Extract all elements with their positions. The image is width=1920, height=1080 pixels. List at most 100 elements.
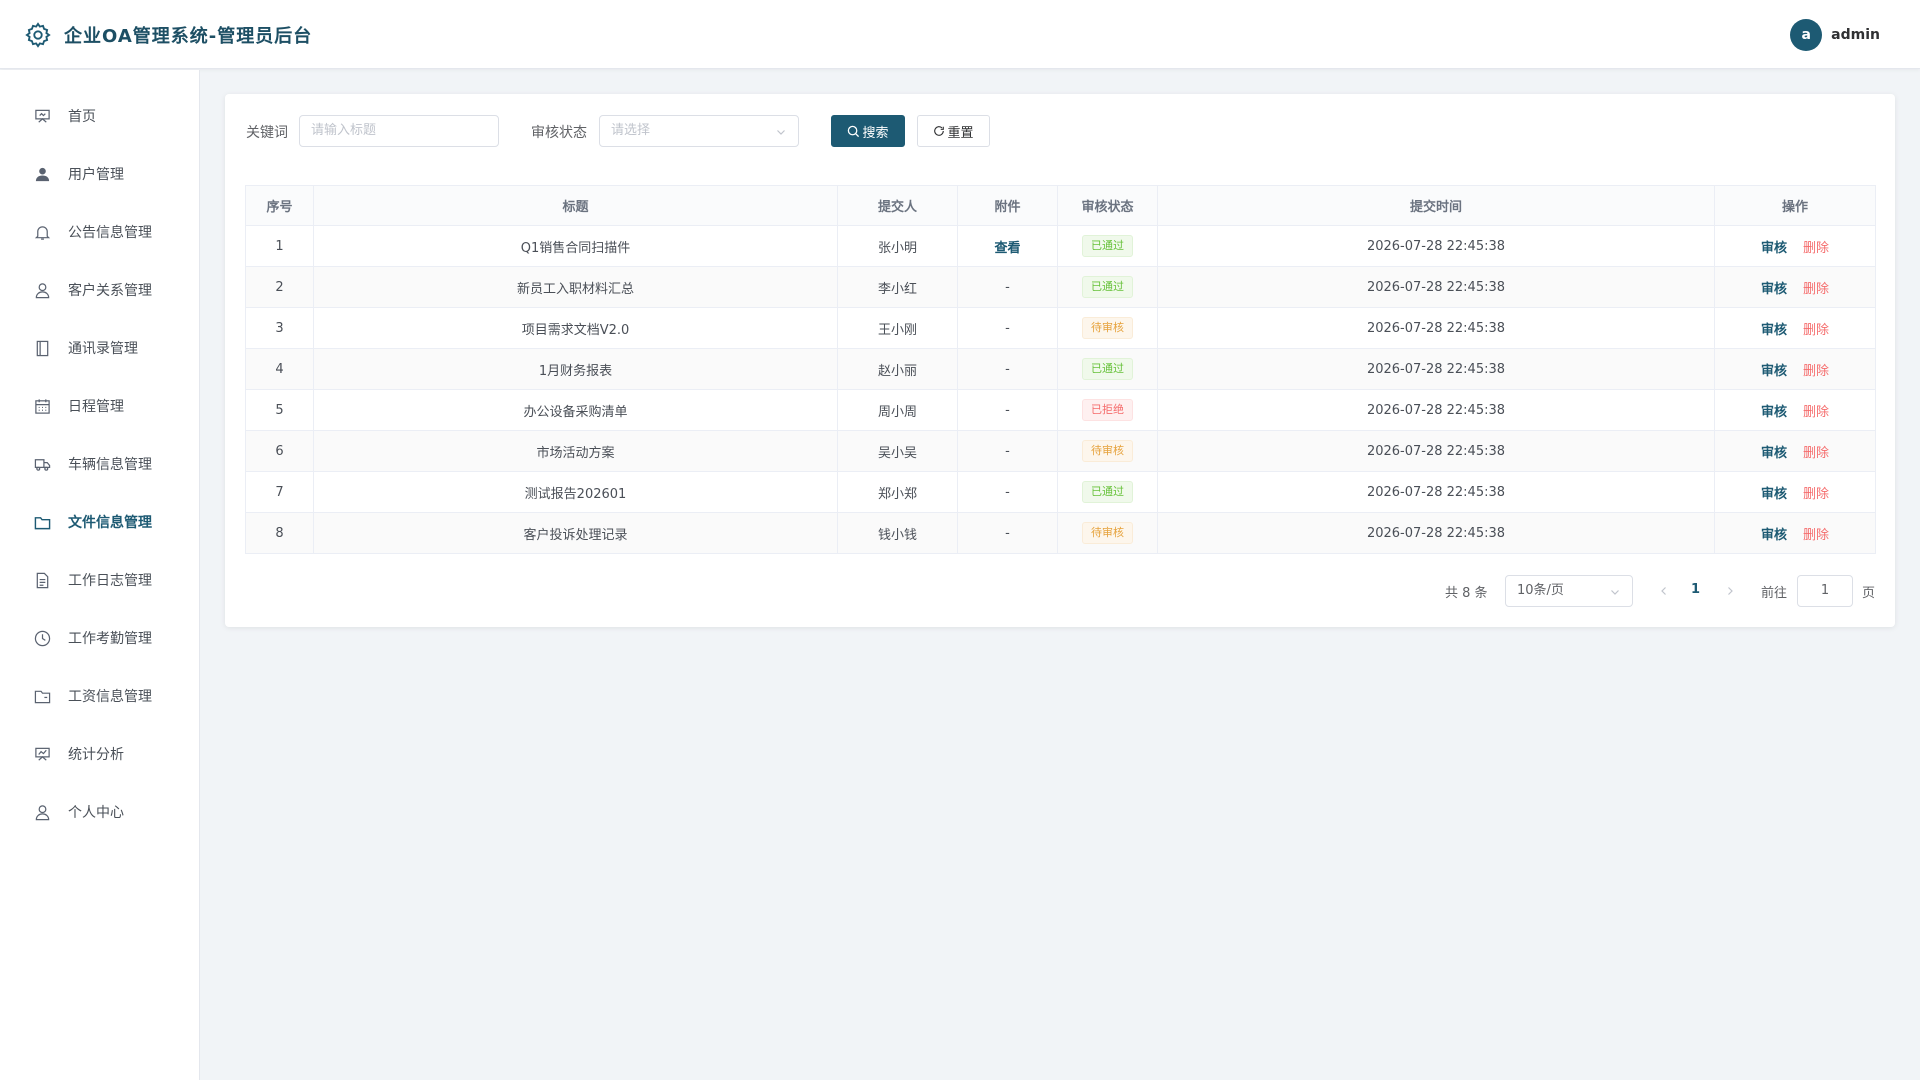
no-attachment: - xyxy=(1005,484,1010,500)
page-size-select[interactable]: 10条/页 xyxy=(1505,575,1633,607)
username[interactable]: admin xyxy=(1831,27,1880,43)
no-attachment: - xyxy=(1005,320,1010,336)
goto-label: 前往 xyxy=(1761,586,1788,601)
sidebar-item-files[interactable]: 文件信息管理 xyxy=(0,493,200,551)
row-status: 已通过 xyxy=(1057,348,1158,390)
sidebar-item-vehicles[interactable]: 车辆信息管理 xyxy=(0,435,200,493)
sidebar-item-users[interactable]: 用户管理 xyxy=(0,145,200,203)
sidebar-item-attendance[interactable]: 工作考勤管理 xyxy=(0,609,200,667)
row-status: 已拒绝 xyxy=(1057,389,1158,431)
prev-page-icon[interactable] xyxy=(1659,586,1669,596)
row-submit-time: 2026-07-28 22:45:38 xyxy=(1157,430,1715,472)
review-button[interactable]: 审核 xyxy=(1761,241,1787,256)
delete-button[interactable]: 删除 xyxy=(1803,487,1829,502)
table-row: 2 新员工入职材料汇总 李小红 - 已通过 2026-07-28 22:45:38 审核 删除 xyxy=(245,266,1876,308)
row-number: 4 xyxy=(245,348,314,390)
reset-button[interactable]: 重置 xyxy=(917,115,990,147)
sidebar-item-home[interactable]: 首页 xyxy=(0,87,200,145)
sidebar-item-label: 工作日志管理 xyxy=(68,573,152,589)
review-button[interactable]: 审核 xyxy=(1761,446,1787,461)
calendar-icon xyxy=(35,399,50,414)
document-icon xyxy=(36,572,49,589)
row-number: 3 xyxy=(245,307,314,349)
sidebar-item-label: 文件信息管理 xyxy=(68,515,152,531)
row-actions: 审核 删除 xyxy=(1714,430,1876,472)
avatar[interactable]: a xyxy=(1790,19,1823,51)
delete-button[interactable]: 删除 xyxy=(1803,282,1829,297)
row-actions: 审核 删除 xyxy=(1714,512,1876,554)
delete-button[interactable]: 删除 xyxy=(1803,405,1829,420)
review-button[interactable]: 审核 xyxy=(1761,323,1787,338)
status-select-placeholder: 请选择 xyxy=(611,123,651,138)
sidebar-item-contacts[interactable]: 通讯录管理 xyxy=(0,319,200,377)
current-page[interactable]: 1 xyxy=(1691,582,1700,597)
person-icon xyxy=(35,805,50,821)
folder-icon xyxy=(34,517,51,530)
delete-button[interactable]: 删除 xyxy=(1803,528,1829,543)
review-button[interactable]: 审核 xyxy=(1761,364,1787,379)
chevron-down-icon xyxy=(1611,590,1619,595)
delete-button[interactable]: 删除 xyxy=(1803,241,1829,256)
next-page-icon[interactable] xyxy=(1725,586,1735,596)
file-table: 序号 标题 提交人 附件 审核状态 提交时间 操作 1 Q1销售合同扫描件 张小明 查… xyxy=(245,185,1876,554)
search-button[interactable]: 搜索 xyxy=(831,115,905,147)
status-badge: 已通过 xyxy=(1082,276,1133,298)
view-attachment-link[interactable]: 查看 xyxy=(994,241,1020,256)
row-actions: 审核 删除 xyxy=(1714,307,1876,349)
row-title: 新员工入职材料汇总 xyxy=(313,266,838,308)
reset-button-label: 重置 xyxy=(947,125,974,141)
table-row: 5 办公设备采购清单 周小周 - 已拒绝 2026-07-28 22:45:38 审核 删除 xyxy=(245,389,1876,431)
row-submitter: 钱小钱 xyxy=(837,512,958,554)
table-row: 1 Q1销售合同扫描件 张小明 查看 已通过 2026-07-28 22:45:38 审核 删… xyxy=(245,225,1876,267)
row-submit-time: 2026-07-28 22:45:38 xyxy=(1157,471,1715,513)
delete-button[interactable]: 删除 xyxy=(1803,446,1829,461)
row-status: 已通过 xyxy=(1057,225,1158,267)
truck-icon xyxy=(34,459,51,471)
column-header: 操作 xyxy=(1714,185,1876,226)
delete-button[interactable]: 删除 xyxy=(1803,323,1829,338)
bell-icon xyxy=(34,226,51,240)
column-header: 序号 xyxy=(245,185,314,226)
review-button[interactable]: 审核 xyxy=(1761,405,1787,420)
sidebar-item-label: 车辆信息管理 xyxy=(68,457,152,473)
total-count: 共 8 条 xyxy=(1445,586,1488,601)
user-menu[interactable]: a admin xyxy=(1790,19,1880,51)
wallet-icon xyxy=(34,690,51,704)
status-select[interactable]: 请选择 xyxy=(599,115,799,147)
status-badge: 待审核 xyxy=(1082,522,1133,544)
sidebar-item-statistics[interactable]: 统计分析 xyxy=(0,725,200,783)
keyword-input[interactable]: 请输入标题 xyxy=(299,115,499,147)
column-header: 提交人 xyxy=(837,185,958,226)
row-attachment: - xyxy=(957,471,1058,513)
review-button[interactable]: 审核 xyxy=(1761,528,1787,543)
sidebar-item-profile[interactable]: 个人中心 xyxy=(0,783,200,841)
row-title: 1月财务报表 xyxy=(313,348,838,390)
chart-icon xyxy=(35,747,50,761)
table-row: 6 市场活动方案 吴小吴 - 待审核 2026-07-28 22:45:38 审核 删除 xyxy=(245,430,1876,472)
row-attachment: - xyxy=(957,307,1058,349)
row-submit-time: 2026-07-28 22:45:38 xyxy=(1157,389,1715,431)
sidebar-item-label: 通讯录管理 xyxy=(68,341,138,357)
row-actions: 审核 删除 xyxy=(1714,266,1876,308)
sidebar-item-crm[interactable]: 客户关系管理 xyxy=(0,261,200,319)
chevron-down-icon xyxy=(777,130,785,135)
row-submitter: 赵小丽 xyxy=(837,348,958,390)
row-submitter: 周小周 xyxy=(837,389,958,431)
review-button[interactable]: 审核 xyxy=(1761,282,1787,297)
sidebar-item-announcements[interactable]: 公告信息管理 xyxy=(0,203,200,261)
sidebar-item-label: 用户管理 xyxy=(68,167,124,183)
review-button[interactable]: 审核 xyxy=(1761,487,1787,502)
sidebar-item-label: 统计分析 xyxy=(68,747,124,763)
sidebar-item-schedule[interactable]: 日程管理 xyxy=(0,377,200,435)
delete-button[interactable]: 删除 xyxy=(1803,364,1829,379)
keyword-label: 关键词 xyxy=(246,125,288,141)
row-submit-time: 2026-07-28 22:45:38 xyxy=(1157,266,1715,308)
sidebar-item-label: 首页 xyxy=(68,109,96,125)
sidebar-item-label: 日程管理 xyxy=(68,399,124,415)
sidebar-item-worklog[interactable]: 工作日志管理 xyxy=(0,551,200,609)
no-attachment: - xyxy=(1005,402,1010,418)
goto-page-input[interactable]: 1 xyxy=(1797,575,1853,607)
sidebar-item-salary[interactable]: 工资信息管理 xyxy=(0,667,200,725)
row-title: 测试报告202601 xyxy=(313,471,838,513)
row-submitter: 郑小郑 xyxy=(837,471,958,513)
